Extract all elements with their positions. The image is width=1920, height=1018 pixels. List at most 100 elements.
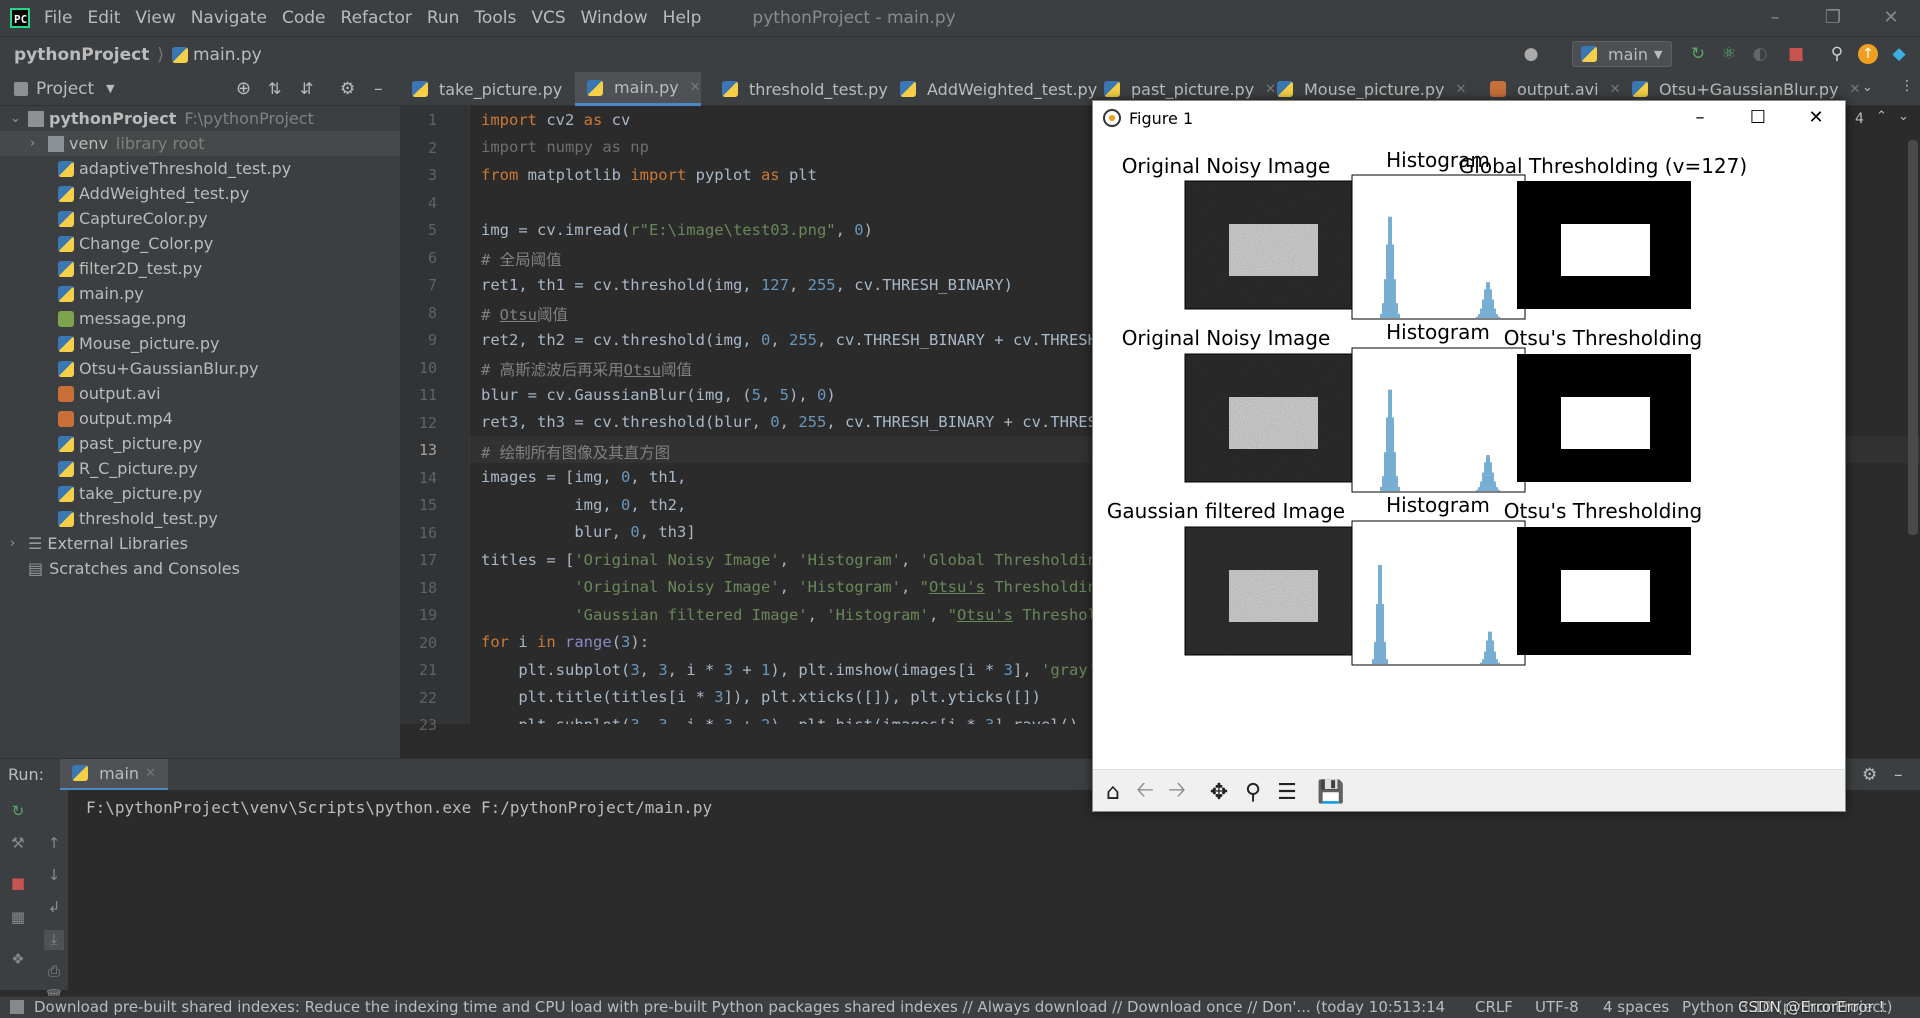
arrow-down-icon[interactable]: ↓ — [44, 866, 64, 886]
menu-refactor[interactable]: Refactor — [341, 8, 412, 28]
tree-item-file[interactable]: R_C_picture.py — [0, 456, 400, 481]
tab-take-picture[interactable]: take_picture.py✕ — [400, 72, 584, 106]
stop-icon[interactable]: ■ — [1785, 43, 1807, 65]
locate-icon[interactable]: ⊕ — [236, 78, 251, 99]
configure-subplots-icon[interactable]: ☰ — [1271, 776, 1303, 808]
minimize-icon[interactable]: – — [1671, 101, 1729, 135]
tree-item-file[interactable]: Change_Color.py — [0, 231, 400, 256]
tree-item-file[interactable]: output.avi — [0, 381, 400, 406]
breadcrumb-project[interactable]: pythonProject — [14, 45, 149, 65]
status-indent[interactable]: 4 spaces — [1603, 998, 1669, 1016]
forward-arrow-icon[interactable]: 🡢 — [1161, 776, 1193, 808]
layout-icon[interactable]: ▦ — [8, 908, 28, 928]
debug-bug-icon[interactable]: ⚛ — [1718, 43, 1740, 65]
tree-item-file[interactable]: adaptiveThreshold_test.py — [0, 156, 400, 181]
tree-item-file[interactable]: message.png — [0, 306, 400, 331]
menu-help[interactable]: Help — [663, 8, 702, 28]
tab-threshold-test[interactable]: threshold_test.py✕ — [710, 72, 910, 106]
figure-canvas[interactable]: Original Noisy Image Histogram Global Thre… — [1093, 135, 1845, 769]
tree-item-file[interactable]: AddWeighted_test.py — [0, 181, 400, 206]
menu-code[interactable]: Code — [282, 8, 326, 28]
plugin-icon[interactable]: ◆ — [1888, 43, 1910, 65]
run-label: Run: — [8, 765, 45, 784]
back-arrow-icon[interactable]: 🡠 — [1129, 776, 1161, 808]
close-icon[interactable]: ✕ — [1610, 82, 1621, 97]
hide-panel-icon[interactable]: – — [1894, 765, 1903, 785]
menu-window[interactable]: Window — [581, 8, 648, 28]
status-line-separator[interactable]: CRLF — [1475, 998, 1513, 1016]
tree-item-label: External Libraries — [47, 534, 188, 553]
run-tab-main[interactable]: main ✕ — [60, 758, 168, 791]
chevron-down-icon[interactable]: ⌄ — [1898, 109, 1909, 124]
close-icon[interactable]: ✕ — [690, 80, 701, 95]
close-icon[interactable]: ✕ — [145, 766, 156, 781]
zoom-icon[interactable]: ⚲ — [1237, 776, 1269, 808]
pin-icon[interactable]: ❖ — [8, 950, 28, 970]
coverage-icon[interactable]: ◐ — [1749, 43, 1771, 65]
tab-addweighted-test[interactable]: AddWeighted_test.py✕ — [888, 72, 1119, 106]
menu-navigate[interactable]: Navigate — [191, 8, 267, 28]
tree-item-file[interactable]: output.mp4 — [0, 406, 400, 431]
stop-icon[interactable]: ■ — [8, 874, 28, 894]
tree-item-file[interactable]: Mouse_picture.py — [0, 331, 400, 356]
chevron-up-icon[interactable]: ⌃ — [1876, 109, 1887, 124]
tab-main[interactable]: main.py ✕ — [575, 72, 701, 106]
tree-item-scratches[interactable]: ▤ Scratches and Consoles — [0, 556, 400, 581]
wrench-icon[interactable]: ⚒ — [8, 834, 28, 854]
tree-item-file[interactable]: filter2D_test.py — [0, 256, 400, 281]
arrow-up-icon[interactable]: ↑ — [44, 834, 64, 854]
run-console[interactable]: F:\pythonProject\venv\Scripts\python.exe… — [68, 790, 1920, 996]
minimize-icon[interactable]: – — [1746, 0, 1804, 36]
status-position[interactable]: 13:14 — [1402, 998, 1445, 1016]
menu-file[interactable]: File — [44, 8, 72, 28]
menu-run[interactable]: Run — [427, 8, 460, 28]
print-icon[interactable]: ⎙ — [44, 962, 64, 982]
status-encoding[interactable]: UTF-8 — [1535, 998, 1579, 1016]
rerun-icon[interactable]: ↻ — [8, 802, 28, 822]
tree-item-file[interactable]: past_picture.py — [0, 431, 400, 456]
tree-item-file[interactable]: take_picture.py — [0, 481, 400, 506]
hide-panel-icon[interactable]: – — [374, 79, 383, 99]
status-toggle-icon[interactable] — [10, 1000, 24, 1014]
tree-root[interactable]: ⌄ pythonProject F:\pythonProject — [0, 106, 400, 131]
tree-item-file[interactable]: threshold_test.py — [0, 506, 400, 531]
user-icon[interactable]: ● — [1520, 43, 1542, 65]
tree-item-file[interactable]: CaptureColor.py — [0, 206, 400, 231]
update-icon[interactable]: ↑ — [1858, 44, 1878, 64]
tree-item-file[interactable]: main.py — [0, 281, 400, 306]
run-config-select[interactable]: main ▼ — [1572, 41, 1672, 67]
gear-icon[interactable]: ⚙ — [340, 79, 355, 99]
editor-scrollbar[interactable] — [1908, 140, 1918, 535]
restore-icon[interactable]: ❐ — [1804, 0, 1862, 36]
collapse-all-icon[interactable]: ⇵ — [300, 79, 313, 98]
menu-tools[interactable]: Tools — [474, 8, 516, 28]
chevron-down-icon[interactable]: ▼ — [106, 82, 114, 95]
home-icon[interactable]: ⌂ — [1097, 776, 1129, 808]
close-icon[interactable]: ✕ — [1850, 82, 1861, 97]
close-icon[interactable]: ✕ — [1787, 101, 1845, 135]
status-message[interactable]: Download pre-built shared indexes: Reduc… — [34, 998, 1402, 1016]
breadcrumb-file[interactable]: main.py — [193, 45, 262, 65]
menu-view[interactable]: View — [135, 8, 175, 28]
tree-item-venv[interactable]: › venv library root — [0, 131, 400, 156]
menu-vcs[interactable]: VCS — [531, 8, 565, 28]
tree-item-external-libraries[interactable]: › ☰ External Libraries — [0, 531, 400, 556]
expand-all-icon[interactable]: ⇅ — [268, 79, 281, 98]
maximize-icon[interactable]: ☐ — [1729, 101, 1787, 135]
search-icon[interactable]: ⚲ — [1826, 43, 1848, 65]
pan-icon[interactable]: ✥ — [1203, 776, 1235, 808]
save-icon[interactable]: 💾 — [1315, 776, 1347, 808]
more-icon[interactable]: ⋮ — [1900, 78, 1914, 94]
tree-item-file[interactable]: Otsu+GaussianBlur.py — [0, 356, 400, 381]
gear-icon[interactable]: ⚙ — [1862, 765, 1877, 785]
close-icon[interactable]: ✕ — [1862, 0, 1920, 36]
tab-list-chevron-icon[interactable]: ⌄ — [1862, 80, 1873, 95]
rerun-icon[interactable]: ↻ — [1687, 43, 1709, 65]
close-icon[interactable]: ✕ — [1456, 82, 1467, 97]
project-panel-title[interactable]: Project — [36, 79, 94, 99]
inspections-count[interactable]: 4 — [1855, 111, 1864, 127]
menu-edit[interactable]: Edit — [87, 8, 120, 28]
scroll-to-end-icon[interactable]: ⤓ — [44, 930, 64, 950]
tree-item-label: past_picture.py — [79, 434, 203, 453]
soft-wrap-icon[interactable]: ↲ — [44, 898, 64, 918]
